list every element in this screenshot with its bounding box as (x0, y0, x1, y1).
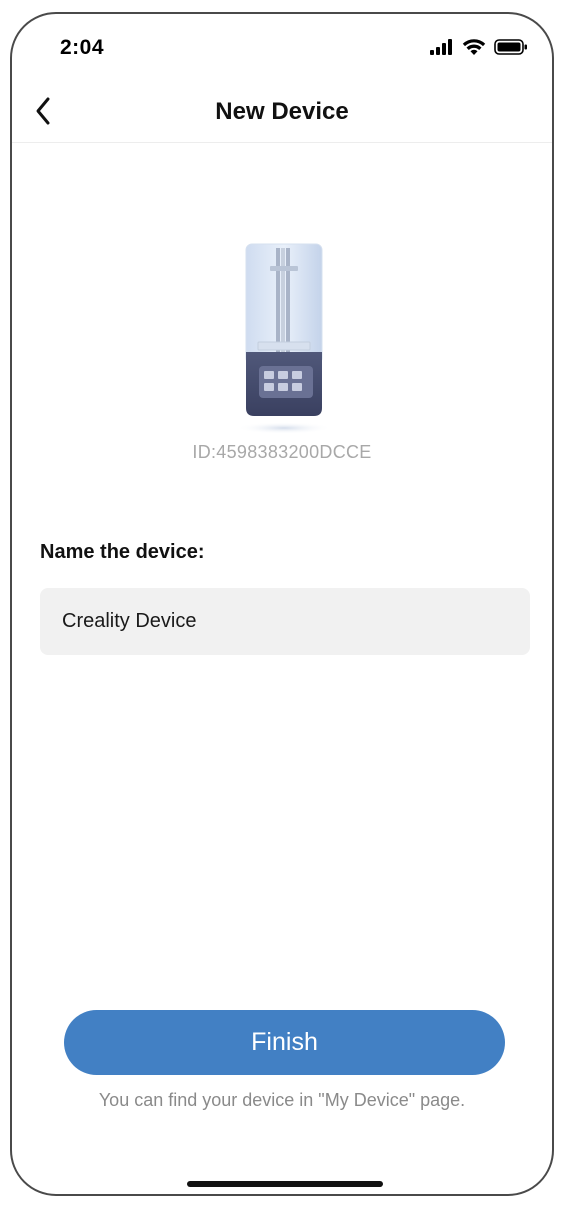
home-indicator (187, 1181, 383, 1187)
status-icons (430, 38, 528, 61)
finish-button[interactable]: Finish (64, 1010, 505, 1075)
phone-screen: 2:04 New Device ID:4598383200DCCE Name t… (10, 12, 554, 1196)
device-name-label: Name the device: (40, 541, 205, 563)
hint-text: You can find your device in "My Device" … (98, 1090, 466, 1110)
cellular-signal-icon (430, 39, 454, 60)
wifi-icon (462, 38, 486, 61)
device-name-input[interactable] (40, 588, 530, 655)
status-time: 2:04 (60, 36, 105, 59)
battery-icon (494, 39, 528, 60)
nav-bar: New Device (12, 84, 552, 143)
page-title: New Device (215, 98, 349, 125)
resin-printer-image (232, 242, 336, 434)
device-id: ID:4598383200DCCE (192, 442, 372, 462)
